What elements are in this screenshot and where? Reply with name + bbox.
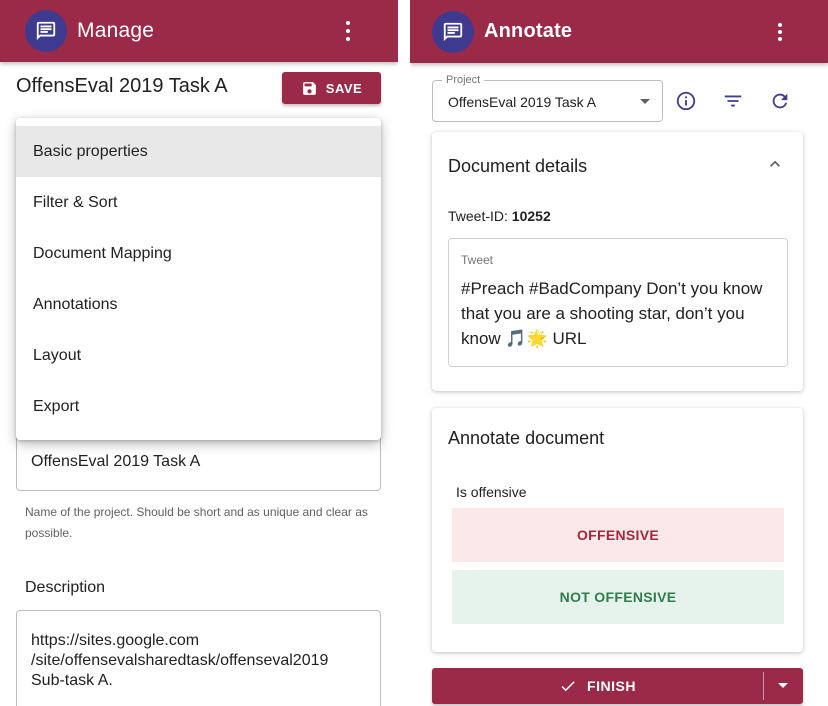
- arrow-drop-down-icon: [640, 99, 650, 104]
- manage-panel: Manage OffensEval 2019 Task A SAVE Offen…: [0, 0, 398, 706]
- tweet-id-label: Tweet-ID:: [448, 208, 508, 224]
- refresh-icon[interactable]: [769, 90, 791, 112]
- manage-app-bar: Manage: [0, 0, 398, 62]
- finish-divider: [763, 672, 764, 700]
- panel-divider: [398, 0, 410, 706]
- more-vert-icon[interactable]: [340, 20, 356, 42]
- not-offensive-button[interactable]: NOT OFFENSIVE: [452, 570, 784, 624]
- menu-item-document-mapping[interactable]: Document Mapping: [16, 228, 381, 279]
- tweet-text: #Preach #BadCompany Don’t you know that …: [461, 279, 763, 348]
- expand-less-icon[interactable]: [765, 154, 785, 179]
- description-line: /site/offensevalsharedtask/offenseval201…: [31, 652, 329, 669]
- tweet-id: Tweet-ID: 10252: [448, 208, 551, 224]
- filter-icon[interactable]: [722, 90, 744, 112]
- save-label: SAVE: [325, 80, 363, 96]
- document-details-card: Document details Tweet-ID: 10252 Tweet #…: [432, 132, 803, 391]
- finish-button[interactable]: FINISH: [432, 668, 763, 704]
- arrow-drop-down-icon[interactable]: [778, 683, 788, 688]
- finish-label: FINISH: [587, 678, 636, 694]
- offensive-button[interactable]: OFFENSIVE: [452, 508, 784, 562]
- project-select-legend: Project: [442, 74, 485, 86]
- project-select[interactable]: Project OffensEval 2019 Task A: [432, 74, 663, 122]
- question-label: Is offensive: [456, 484, 527, 500]
- project-name-helper: Name of the project. Should be short and…: [25, 505, 368, 540]
- tweet-field: Tweet #Preach #BadCompany Don’t you know…: [448, 238, 788, 367]
- info-icon[interactable]: [675, 90, 697, 112]
- manage-title: Manage: [77, 19, 155, 42]
- description-label: Description: [25, 579, 106, 596]
- annotate-document-card: Annotate document Is offensive OFFENSIVE…: [432, 408, 803, 652]
- description-input[interactable]: https://sites.google.com /site/offenseva…: [16, 610, 381, 706]
- chat-icon[interactable]: [25, 10, 67, 52]
- tweet-id-value: 10252: [511, 208, 551, 224]
- menu-item-layout[interactable]: Layout: [16, 330, 381, 381]
- menu-item-filter-sort[interactable]: Filter & Sort: [16, 177, 381, 228]
- menu-item-basic-properties[interactable]: Basic properties: [16, 126, 381, 177]
- description-line: Sub-task A.: [31, 672, 113, 689]
- description-line: https://sites.google.com: [31, 632, 200, 649]
- project-select-value: OffensEval 2019 Task A: [448, 94, 597, 110]
- finish-button-group: FINISH: [432, 668, 803, 704]
- project-name-input[interactable]: OffensEval 2019 Task A: [16, 432, 381, 491]
- tweet-legend: Tweet: [461, 253, 494, 267]
- annotate-panel: Annotate Project OffensEval 2019 Task A …: [410, 0, 828, 706]
- save-icon: [302, 81, 316, 95]
- chat-icon[interactable]: [432, 10, 474, 53]
- check-icon: [561, 681, 575, 692]
- menu-item-export[interactable]: Export: [16, 381, 381, 432]
- section-menu: Basic properties Filter & Sort Document …: [16, 118, 381, 440]
- document-details-title: Document details: [448, 156, 588, 176]
- annotate-document-title: Annotate document: [448, 428, 605, 448]
- menu-item-annotations[interactable]: Annotations: [16, 279, 381, 330]
- project-title: OffensEval 2019 Task A: [16, 75, 228, 97]
- save-button[interactable]: SAVE: [282, 72, 381, 104]
- more-vert-icon[interactable]: [772, 22, 788, 42]
- annotate-title: Annotate: [484, 20, 573, 42]
- annotate-app-bar: Annotate: [410, 0, 828, 63]
